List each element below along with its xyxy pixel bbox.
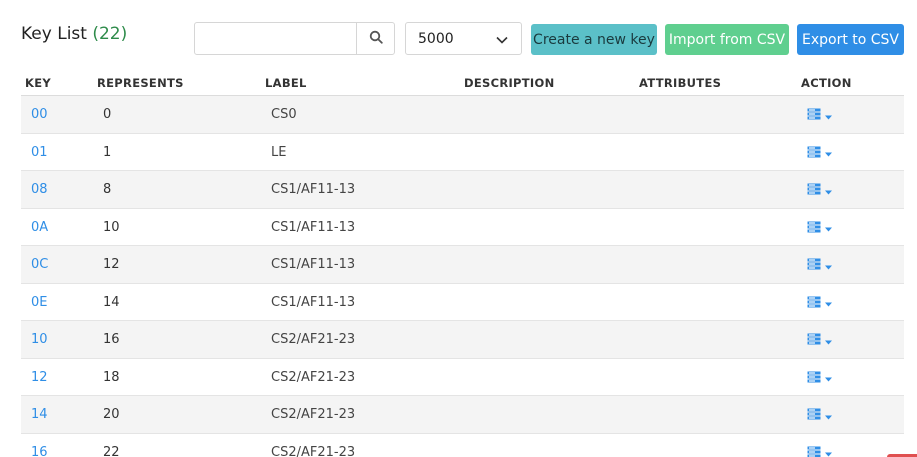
table-row: 0E 14 CS1/AF11-13 bbox=[21, 284, 904, 321]
represents-value: 10 bbox=[103, 219, 120, 235]
page-title: Key List (22) bbox=[21, 24, 127, 44]
create-key-button[interactable]: Create a new key bbox=[531, 24, 657, 55]
column-header-label[interactable]: LABEL bbox=[265, 76, 307, 90]
label-value: CS2/AF21-23 bbox=[271, 369, 356, 385]
label-value: CS2/AF21-23 bbox=[271, 444, 356, 457]
label-value: CS2/AF21-23 bbox=[271, 407, 356, 422]
caret-down-icon bbox=[825, 409, 832, 424]
chevron-down-icon bbox=[496, 33, 508, 49]
caret-down-icon bbox=[825, 296, 832, 311]
table-row: 01 1 LE bbox=[21, 134, 904, 171]
represents-value: 22 bbox=[103, 444, 120, 457]
table-header: KEY REPRESENTS LABEL DESCRIPTION ATTRIBU… bbox=[21, 72, 904, 96]
caret-down-icon bbox=[825, 259, 832, 274]
caret-down-icon bbox=[825, 109, 832, 124]
key-link[interactable]: 08 bbox=[31, 182, 48, 197]
table-row: 10 16 CS2/AF21-23 bbox=[21, 321, 904, 359]
table-row: 16 22 CS2/AF21-23 bbox=[21, 434, 904, 457]
column-header-key[interactable]: KEY bbox=[25, 76, 51, 90]
column-header-attributes[interactable]: ATTRIBUTES bbox=[639, 76, 721, 90]
search-button[interactable] bbox=[356, 23, 394, 54]
key-link[interactable]: 01 bbox=[31, 145, 48, 160]
caret-down-icon bbox=[825, 371, 832, 386]
row-action-menu[interactable] bbox=[807, 296, 832, 312]
row-action-menu[interactable] bbox=[807, 108, 832, 124]
key-link[interactable]: 00 bbox=[31, 107, 48, 122]
server-menu-icon bbox=[807, 296, 821, 312]
column-header-represents[interactable]: REPRESENTS bbox=[97, 76, 184, 90]
server-menu-icon bbox=[807, 108, 821, 124]
table-row: 14 20 CS2/AF21-23 bbox=[21, 396, 904, 434]
page-title-text: Key List bbox=[21, 24, 87, 44]
key-link[interactable]: 0C bbox=[31, 257, 48, 272]
represents-value: 20 bbox=[103, 407, 120, 422]
caret-down-icon bbox=[825, 184, 832, 199]
represents-value: 1 bbox=[103, 144, 112, 160]
caret-down-icon bbox=[825, 221, 832, 236]
label-value: CS2/AF21-23 bbox=[271, 332, 356, 347]
label-value: CS1/AF11-13 bbox=[271, 257, 356, 272]
key-list-page: Key List (22) 5000 Create a new key Impo… bbox=[0, 0, 917, 457]
row-action-menu[interactable] bbox=[807, 446, 832, 457]
row-action-menu[interactable] bbox=[807, 333, 832, 349]
key-link[interactable]: 16 bbox=[31, 445, 48, 457]
server-menu-icon bbox=[807, 408, 821, 424]
page-size-value: 5000 bbox=[418, 31, 454, 47]
represents-value: 18 bbox=[103, 369, 120, 385]
server-menu-icon bbox=[807, 333, 821, 349]
represents-value: 0 bbox=[103, 107, 112, 122]
table-row: 08 8 CS1/AF11-13 bbox=[21, 171, 904, 209]
key-count: (22) bbox=[92, 24, 128, 44]
label-value: CS1/AF11-13 bbox=[271, 294, 356, 310]
label-value: CS0 bbox=[271, 107, 297, 122]
server-menu-icon bbox=[807, 146, 821, 162]
label-value: CS1/AF11-13 bbox=[271, 182, 356, 197]
represents-value: 8 bbox=[103, 182, 112, 197]
server-menu-icon bbox=[807, 446, 821, 457]
key-link[interactable]: 12 bbox=[31, 370, 48, 385]
search-icon bbox=[369, 29, 383, 48]
key-link[interactable]: 0A bbox=[31, 220, 48, 235]
table-row: 0A 10 CS1/AF11-13 bbox=[21, 209, 904, 246]
key-link[interactable]: 10 bbox=[31, 332, 48, 347]
column-header-action: ACTION bbox=[801, 76, 852, 90]
table-body: 00 0 CS0 01 1 LE 08 8 CS1/AF11-13 0A 10 CS1/AF11-13… bbox=[21, 96, 904, 457]
row-action-menu[interactable] bbox=[807, 371, 832, 387]
server-menu-icon bbox=[807, 258, 821, 274]
server-menu-icon bbox=[807, 221, 821, 237]
row-action-menu[interactable] bbox=[807, 408, 832, 424]
row-action-menu[interactable] bbox=[807, 258, 832, 274]
caret-down-icon bbox=[825, 446, 832, 457]
label-value: LE bbox=[271, 144, 287, 160]
row-action-menu[interactable] bbox=[807, 221, 832, 237]
import-csv-button[interactable]: Import from CSV bbox=[665, 24, 789, 55]
page-size-select[interactable]: 5000 bbox=[405, 22, 522, 55]
search-input[interactable] bbox=[195, 23, 358, 54]
caret-down-icon bbox=[825, 146, 832, 161]
row-action-menu[interactable] bbox=[807, 146, 832, 162]
caret-down-icon bbox=[825, 334, 832, 349]
table-row: 0C 12 CS1/AF11-13 bbox=[21, 246, 904, 284]
key-link[interactable]: 14 bbox=[31, 407, 48, 422]
search-box bbox=[194, 22, 395, 55]
represents-value: 14 bbox=[103, 294, 120, 310]
key-link[interactable]: 0E bbox=[31, 295, 48, 310]
table-row: 00 0 CS0 bbox=[21, 96, 904, 134]
row-action-menu[interactable] bbox=[807, 183, 832, 199]
represents-value: 12 bbox=[103, 257, 120, 272]
label-value: CS1/AF11-13 bbox=[271, 219, 356, 235]
export-csv-button[interactable]: Export to CSV bbox=[797, 24, 904, 55]
column-header-description[interactable]: DESCRIPTION bbox=[464, 76, 555, 90]
represents-value: 16 bbox=[103, 332, 120, 347]
table-row: 12 18 CS2/AF21-23 bbox=[21, 359, 904, 396]
server-menu-icon bbox=[807, 371, 821, 387]
server-menu-icon bbox=[807, 183, 821, 199]
key-table: KEY REPRESENTS LABEL DESCRIPTION ATTRIBU… bbox=[21, 72, 904, 457]
